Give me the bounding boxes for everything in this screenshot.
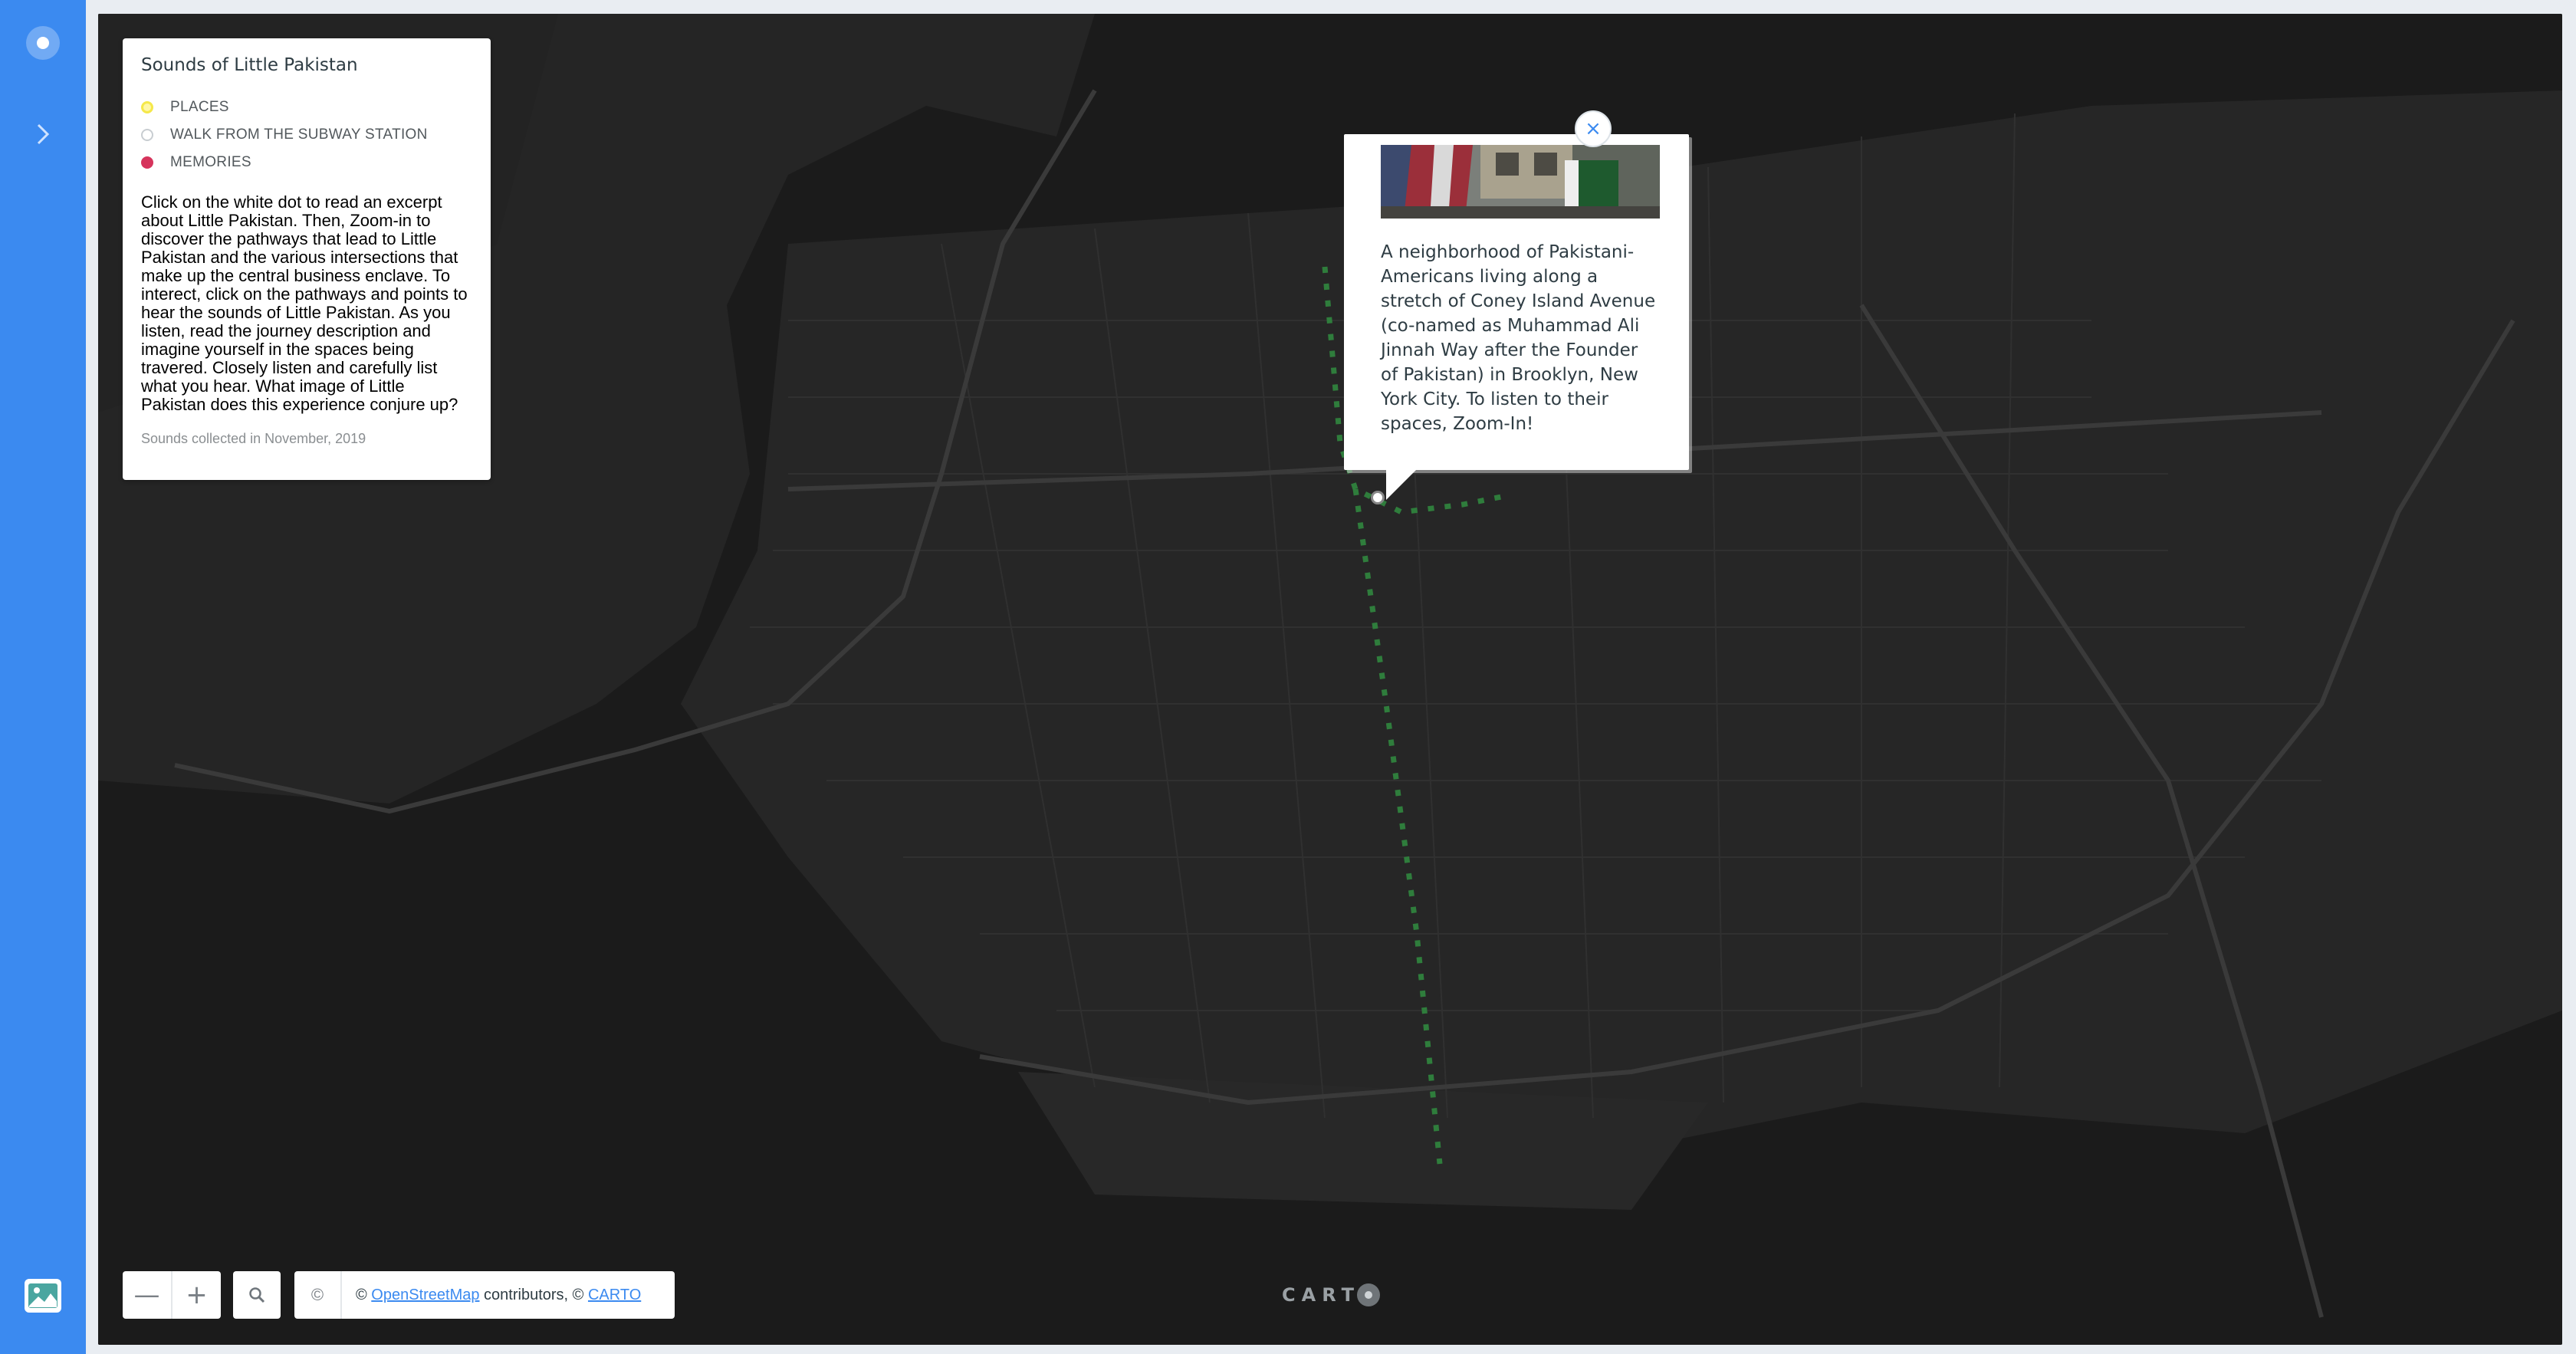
map-canvas[interactable]: Sounds of Little Pakistan PLACES WALK FR…: [98, 14, 2562, 1345]
sidebar: [0, 0, 86, 1354]
carto-logo-circle-icon: [1356, 1283, 1380, 1306]
openstreetmap-link[interactable]: OpenStreetMap: [371, 1287, 479, 1303]
legend-footer: Sounds collected in November, 2019: [141, 431, 366, 446]
legend-panel: Sounds of Little Pakistan PLACES WALK FR…: [123, 38, 491, 480]
popup-text: A neighborhood of Pakistani-Americans li…: [1381, 242, 1656, 434]
zoom-in-button[interactable]: +: [171, 1271, 221, 1319]
legend-item-places: PLACES: [141, 94, 472, 121]
popup-tail: [1386, 469, 1417, 500]
little-pakistan-white-dot[interactable]: [1371, 491, 1385, 504]
popup-close-button[interactable]: ×: [1575, 110, 1612, 147]
memories-dot-icon: [141, 156, 153, 169]
legend-item-memories: MEMORIES: [141, 149, 472, 176]
legend-label-walk: WALK FROM THE SUBWAY STATION: [170, 127, 428, 143]
popup-photo: [1381, 145, 1660, 219]
legend-title: Sounds of Little Pakistan: [141, 55, 358, 75]
legend-description: Click on the white dot to read an excerp…: [141, 192, 468, 414]
info-popup: A neighborhood of Pakistani-Americans li…: [1344, 134, 1689, 470]
carto-logo: CART: [1282, 1283, 1380, 1306]
attribution-prefix: ©: [356, 1286, 372, 1303]
attribution-toggle-button[interactable]: ©: [294, 1271, 342, 1319]
carto-link[interactable]: CARTO: [588, 1287, 641, 1303]
attribution-mid: contributors, ©: [479, 1286, 588, 1303]
zoom-out-button[interactable]: —: [123, 1271, 171, 1319]
search-button[interactable]: [233, 1271, 281, 1319]
legend-label-memories: MEMORIES: [170, 154, 251, 170]
zoom-controls: — +: [123, 1271, 221, 1319]
carto-builder-logo-icon[interactable]: [26, 26, 60, 60]
search-icon: [249, 1287, 265, 1303]
places-dot-icon: [141, 101, 153, 113]
attribution-bar: © © OpenStreetMap contributors, © CARTO: [294, 1271, 675, 1319]
walk-dot-icon: [141, 129, 153, 141]
legend-label-places: PLACES: [170, 99, 229, 115]
legend-item-walk: WALK FROM THE SUBWAY STATION: [141, 121, 472, 149]
expand-panel-chevron-icon[interactable]: [28, 119, 58, 150]
attribution-text: © OpenStreetMap contributors, © CARTO: [342, 1287, 641, 1304]
basemap-image-icon[interactable]: [25, 1279, 61, 1313]
carto-logo-text: CART: [1282, 1284, 1360, 1306]
